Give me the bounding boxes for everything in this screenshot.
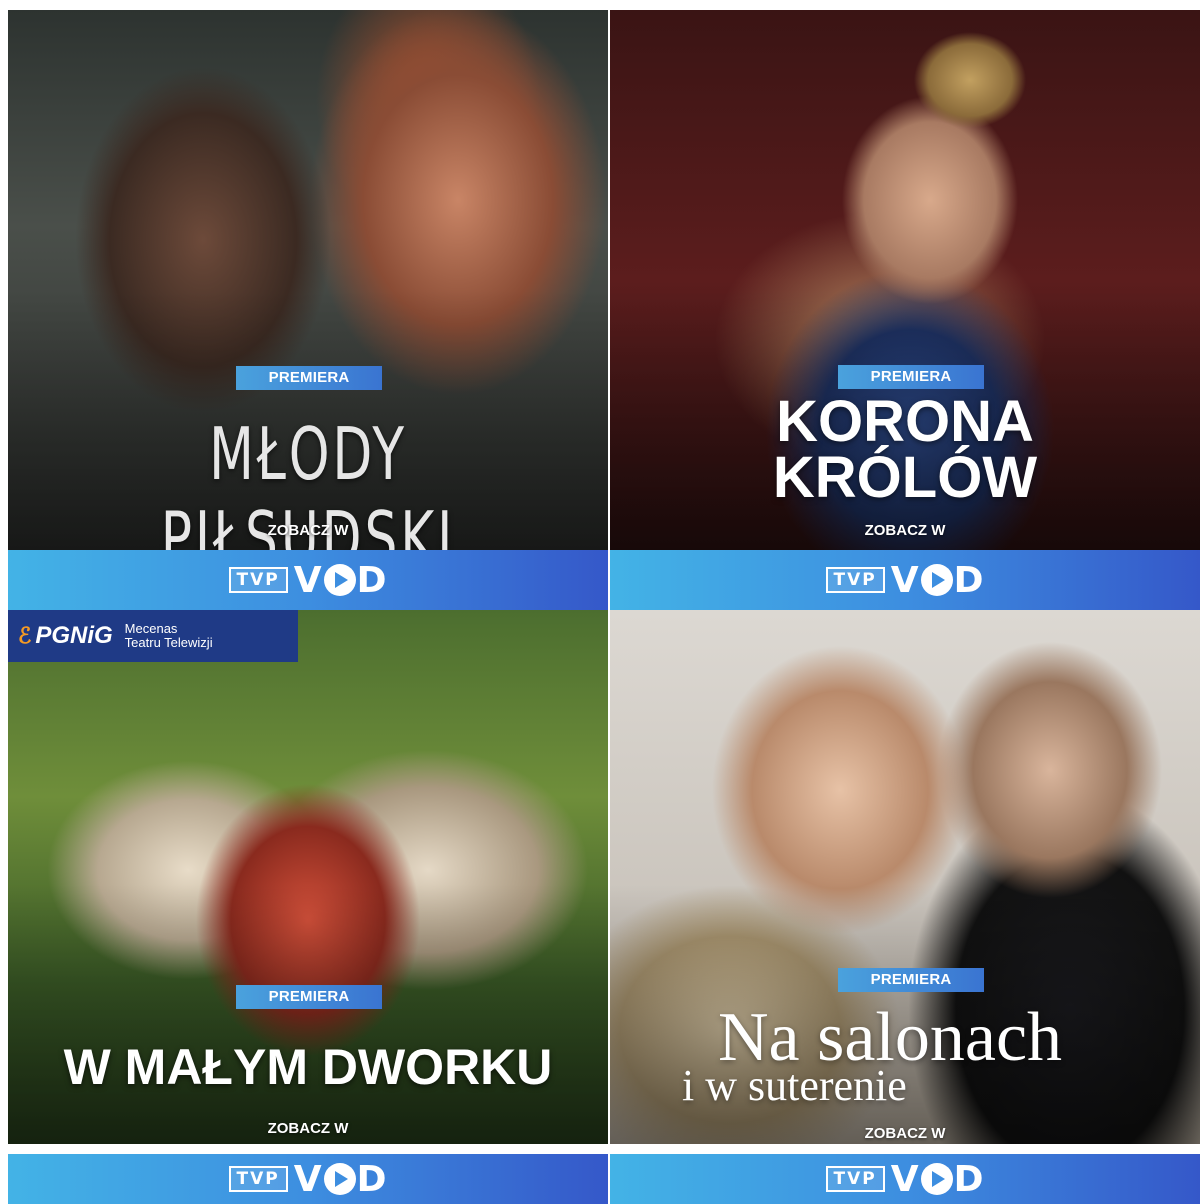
vod-logo: VD bbox=[891, 560, 985, 601]
poster-title: W MAŁYM DWORKU bbox=[63, 1039, 553, 1095]
tvp-vod-bar[interactable]: TVP VD bbox=[8, 550, 608, 610]
play-icon bbox=[920, 1163, 953, 1195]
tvp-vod-bar[interactable]: TVP VD bbox=[610, 550, 1200, 610]
tvp-logo: TVP bbox=[825, 567, 885, 593]
vod-letter-d: D bbox=[356, 559, 388, 601]
vod-letter-d: D bbox=[953, 1158, 985, 1200]
watch-on-label: ZOBACZ W bbox=[864, 1125, 946, 1142]
vod-letter-v: V bbox=[293, 559, 323, 601]
vod-logo: VD bbox=[294, 560, 388, 601]
vod-letter-d: D bbox=[356, 1158, 388, 1200]
premiere-badge: PREMIERA bbox=[838, 968, 984, 992]
poster-grid: PREMIERA MŁODY PIŁSUDSKI ZOBACZ W TVP VD… bbox=[8, 10, 1200, 1204]
sponsor-caption: Mecenas Teatru Telewizji bbox=[125, 622, 213, 650]
poster-w-malym-dworku[interactable]: ℰ PGNiG Mecenas Teatru Telewizji PREMIER… bbox=[8, 610, 608, 1204]
sponsor-line1: Mecenas bbox=[124, 621, 178, 636]
watch-on-label: ZOBACZ W bbox=[864, 522, 946, 539]
vod-letter-v: V bbox=[293, 1158, 323, 1200]
tvp-logo: TVP bbox=[825, 1166, 885, 1192]
poster-korona-krolow[interactable]: PREMIERA KORONA KRÓLÓW ZOBACZ W TVP VD bbox=[610, 10, 1200, 610]
tvp-vod-bar[interactable]: TVP VD bbox=[8, 1154, 608, 1204]
poster-title-line2: KRÓLÓW bbox=[772, 445, 1038, 510]
photo-shade bbox=[8, 884, 608, 1144]
vod-logo: VD bbox=[891, 1159, 985, 1200]
premiere-badge: PREMIERA bbox=[838, 365, 984, 389]
poster-title-line2: i w suterenie bbox=[682, 1061, 907, 1110]
pgnig-logo: ℰ PGNiG bbox=[18, 622, 113, 649]
premiere-badge: PREMIERA bbox=[236, 366, 382, 390]
vod-letter-v: V bbox=[890, 1158, 920, 1200]
poster-mlody-pilsudski[interactable]: PREMIERA MŁODY PIŁSUDSKI ZOBACZ W TVP VD bbox=[8, 10, 608, 610]
watch-on-label: ZOBACZ W bbox=[267, 1120, 349, 1137]
play-icon bbox=[920, 564, 953, 596]
sponsor-line2: Teatru Telewizji bbox=[124, 635, 213, 650]
sponsor-banner: ℰ PGNiG Mecenas Teatru Telewizji bbox=[8, 610, 298, 662]
vod-logo: VD bbox=[294, 1159, 388, 1200]
poster-title-line1: KORONA bbox=[776, 389, 1034, 454]
premiere-badge: PREMIERA bbox=[236, 985, 382, 1009]
tvp-logo: TVP bbox=[228, 567, 288, 593]
flame-icon: ℰ bbox=[18, 623, 32, 648]
tvp-vod-bar[interactable]: TVP VD bbox=[610, 1154, 1200, 1204]
watch-on-label: ZOBACZ W bbox=[267, 522, 349, 539]
vod-letter-v: V bbox=[890, 559, 920, 601]
poster-title: KORONA KRÓLÓW bbox=[610, 389, 1200, 510]
tvp-logo: TVP bbox=[228, 1166, 288, 1192]
play-icon bbox=[323, 564, 356, 596]
play-icon bbox=[323, 1163, 356, 1195]
vod-letter-d: D bbox=[953, 559, 985, 601]
poster-na-salonach[interactable]: PREMIERA Na salonach i w suterenie ZOBAC… bbox=[610, 610, 1200, 1204]
